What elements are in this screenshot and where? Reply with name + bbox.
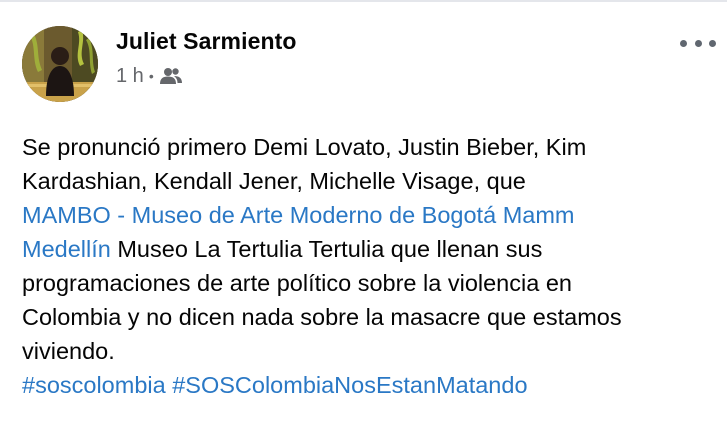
avatar-image [22, 26, 98, 102]
more-options-icon[interactable] [680, 36, 716, 50]
text-segment: viviendo. [22, 338, 115, 364]
text-segment: Kardashian, Kendall Jener, Michelle Visa… [22, 168, 526, 194]
page-link[interactable]: Medellín [22, 236, 111, 262]
author-name[interactable]: Juliet Sarmiento [116, 28, 297, 55]
page-link[interactable]: Mamm [503, 202, 575, 228]
dot [680, 39, 687, 47]
post-time[interactable]: 1 h [116, 65, 144, 88]
post-text-line: Se pronunció primero Demi Lovato, Justin… [22, 130, 712, 164]
hashtag-link[interactable]: #SOSColombiaNosEstanMatando [172, 372, 527, 398]
post-text-line: programaciones de arte político sobre la… [22, 266, 712, 300]
dot [709, 39, 716, 47]
avatar[interactable] [22, 26, 98, 102]
post-text-line: Kardashian, Kendall Jener, Michelle Visa… [22, 164, 712, 198]
hashtag-link[interactable]: #soscolombia [22, 372, 166, 398]
meta-separator: • [148, 68, 154, 84]
post-text-line: MAMBO - Museo de Arte Moderno de Bogotá … [22, 198, 712, 232]
dot [694, 39, 702, 47]
post-text-line: viviendo. [22, 334, 712, 368]
text-segment: Colombia y no dicen nada sobre la masacr… [22, 304, 622, 330]
post-text-line: Medellín Museo La Tertulia Tertulia que … [22, 232, 712, 266]
text-segment: programaciones de arte político sobre la… [22, 270, 572, 296]
text-segment: Museo La Tertulia Tertulia que llenan su… [110, 236, 543, 262]
page-link[interactable]: MAMBO - Museo de Arte Moderno de Bogotá [22, 202, 496, 228]
friends-icon[interactable] [159, 67, 182, 85]
post-text-line: Colombia y no dicen nada sobre la masacr… [22, 300, 712, 334]
post-text: Se pronunció primero Demi Lovato, Justin… [22, 130, 712, 402]
post-text-line: #soscolombia #SOSColombiaNosEstanMatando [22, 368, 712, 402]
post-meta: 1 h • [116, 64, 182, 88]
post-card: Juliet Sarmiento 1 h • Se pronunció prim… [0, 0, 727, 439]
text-segment: Se pronunció primero Demi Lovato, Justin… [22, 134, 587, 160]
